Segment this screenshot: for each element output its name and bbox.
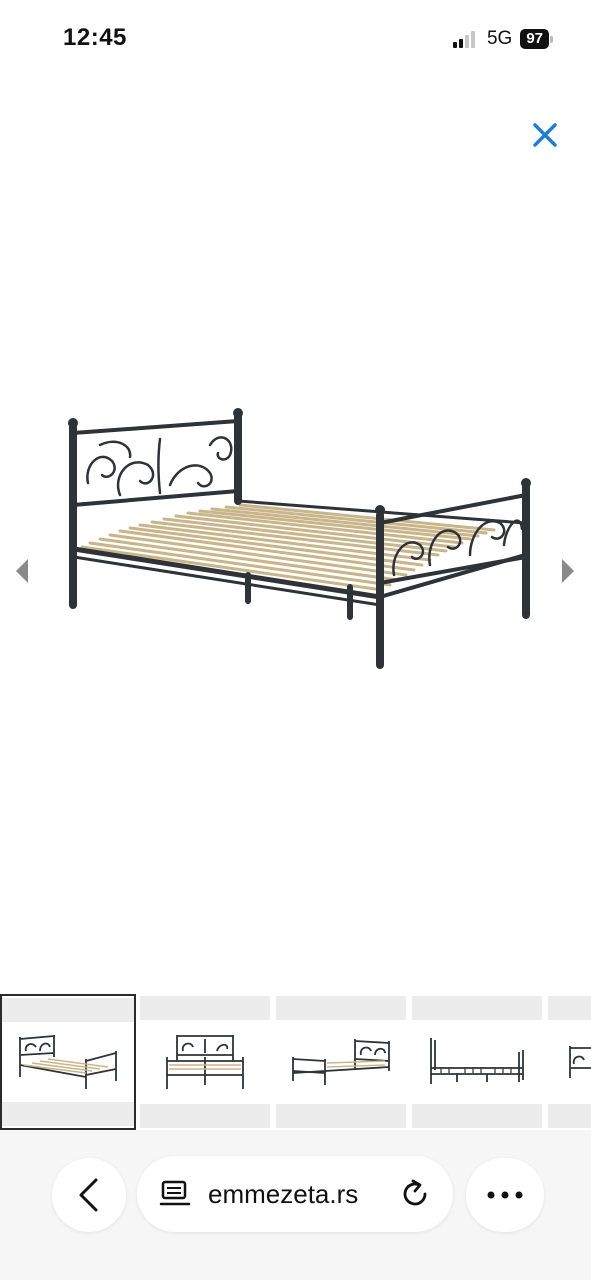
thumbnail-bed-image (569, 1046, 591, 1078)
url-text: emmezeta.rs (208, 1179, 359, 1209)
triangle-right-icon (562, 559, 574, 583)
more-options-button[interactable] (466, 1158, 544, 1232)
browser-toolbar: emmezeta.rs (0, 1130, 591, 1280)
chevron-left-icon (79, 1178, 98, 1212)
product-image-bed (68, 408, 531, 669)
close-icon (533, 123, 557, 147)
reader-mode-icon[interactable] (159, 1178, 191, 1210)
thumbnail-4[interactable] (412, 994, 542, 1130)
status-indicators: 5G 97 (452, 28, 553, 50)
thumbnail-1[interactable] (0, 994, 136, 1130)
signal-icon (452, 30, 475, 48)
status-time: 12:45 (63, 24, 127, 51)
thumbnail-3[interactable] (276, 994, 406, 1130)
previous-image-button[interactable] (12, 556, 32, 586)
triangle-left-icon (16, 559, 28, 583)
reload-icon[interactable] (399, 1178, 431, 1210)
thumbnail-5[interactable] (548, 994, 591, 1130)
more-dots-icon (487, 1191, 523, 1199)
thumbnail-2[interactable] (140, 994, 270, 1130)
next-image-button[interactable] (558, 556, 578, 586)
battery-icon: 97 (520, 29, 553, 49)
back-button[interactable] (52, 1158, 126, 1232)
thumbnail-strip (0, 994, 591, 1130)
thumbnail-bed-image (166, 1035, 244, 1089)
close-button[interactable] (528, 118, 562, 152)
thumbnail-bed-image (430, 1038, 524, 1084)
status-bar: 12:45 5G 97 (0, 0, 591, 80)
address-bar[interactable]: emmezeta.rs (137, 1156, 453, 1232)
network-type: 5G (486, 28, 513, 49)
thumbnail-bed-image (19, 1035, 117, 1089)
battery-level: 97 (520, 29, 549, 49)
thumbnail-bed-image (292, 1039, 390, 1085)
